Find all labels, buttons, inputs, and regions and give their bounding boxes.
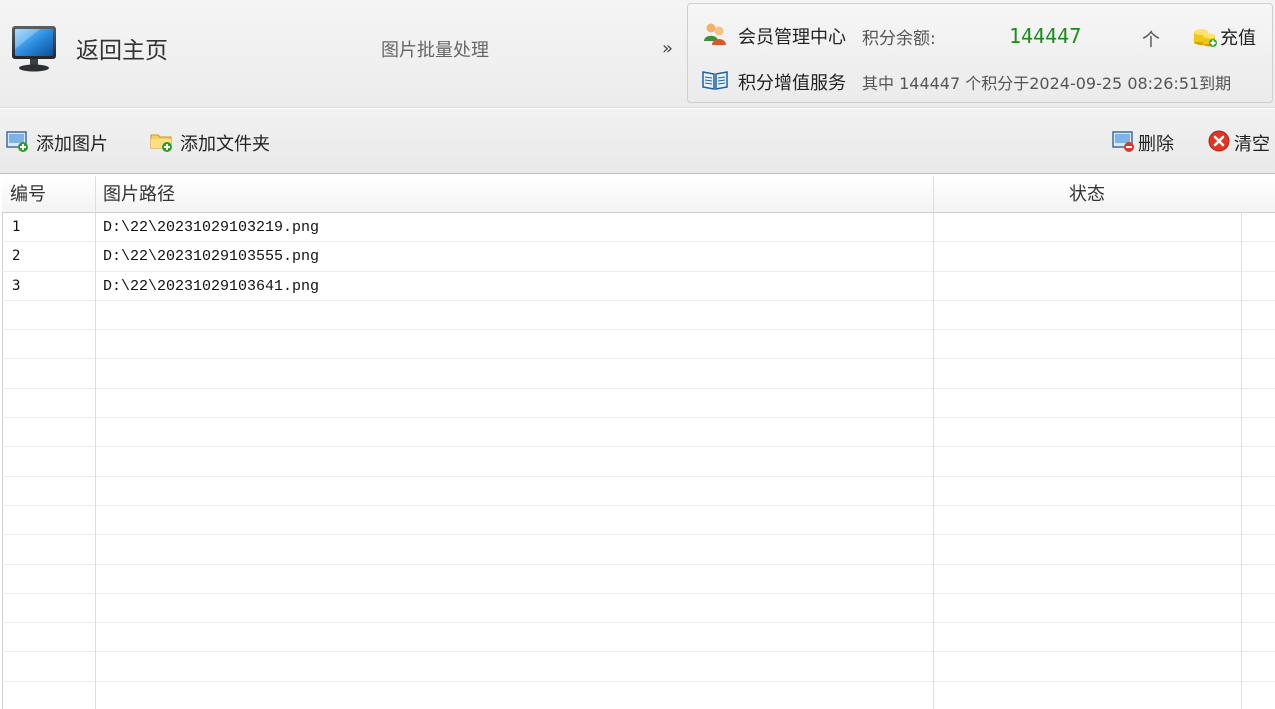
add-folder-label: 添加文件夹	[180, 134, 270, 155]
table-row[interactable]	[2, 477, 1275, 506]
add-image-button[interactable]: 添加图片	[6, 131, 108, 155]
row-path: D:\22\20231029103641.png	[103, 277, 320, 295]
balance-value: 144447	[1009, 24, 1082, 48]
account-panel: 会员管理中心 积分余额: 144447 个 充值 积分增值服务 其中 14444…	[687, 3, 1273, 103]
delete-button[interactable]: 删除	[1112, 131, 1174, 155]
page-title: 图片批量处理	[381, 40, 489, 61]
home-button[interactable]: 返回主页	[10, 20, 168, 76]
row-index: 2	[12, 248, 21, 265]
table-row[interactable]	[2, 301, 1275, 331]
table-row[interactable]	[2, 594, 1275, 624]
value-service-link[interactable]: 积分增值服务	[738, 69, 846, 95]
header-bar: 返回主页 图片批量处理 » 会员管理中心 积分余额: 144447 个 充值 积…	[0, 0, 1275, 108]
balance-label: 积分余额:	[862, 28, 936, 49]
column-header-path[interactable]: 图片路径	[103, 176, 175, 213]
table-body: 1 D:\22\20231029103219.png 2 D:\22\20231029…	[2, 213, 1275, 709]
table-row[interactable]	[2, 389, 1275, 419]
member-row: 会员管理中心 积分余额:	[702, 21, 936, 51]
service-row: 积分增值服务 其中 144447 个积分于2024-09-25 08:26:51…	[702, 67, 1231, 97]
book-icon	[702, 69, 728, 95]
expire-text: 其中 144447 个积分于2024-09-25 08:26:51到期	[862, 74, 1232, 93]
recharge-label: 充值	[1220, 28, 1256, 49]
table-row[interactable]	[2, 330, 1275, 360]
table-row[interactable]	[2, 682, 1275, 709]
add-image-icon	[6, 129, 30, 157]
recharge-button[interactable]: 充值	[1192, 22, 1256, 52]
clear-icon	[1208, 130, 1230, 156]
table-row[interactable]	[2, 418, 1275, 448]
row-path: D:\22\20231029103219.png	[103, 219, 320, 236]
add-folder-icon	[150, 129, 174, 157]
image-list-table: 编号 图片路径 状态 1 D:\22\20231029103219.png 2 D:\…	[0, 176, 1275, 709]
member-center-link[interactable]: 会员管理中心	[738, 23, 846, 49]
add-folder-button[interactable]: 添加文件夹	[150, 131, 270, 155]
delete-label: 删除	[1138, 134, 1174, 155]
column-divider	[1241, 213, 1242, 709]
row-index: 3	[12, 277, 21, 294]
table-row[interactable]: 1 D:\22\20231029103219.png	[2, 213, 1275, 243]
table-row[interactable]	[2, 535, 1275, 565]
column-divider	[95, 176, 96, 709]
table-row[interactable]	[2, 359, 1275, 389]
row-index: 1	[12, 219, 21, 235]
coins-icon	[1192, 22, 1218, 52]
monitor-icon	[10, 23, 58, 73]
table-row[interactable]	[2, 506, 1275, 536]
table-row[interactable]: 2 D:\22\20231029103555.png	[2, 242, 1275, 272]
column-divider	[933, 176, 934, 709]
balance-unit: 个	[1142, 30, 1160, 51]
expand-arrow[interactable]: »	[662, 38, 673, 59]
add-image-label: 添加图片	[36, 134, 108, 155]
clear-label: 清空	[1234, 134, 1270, 155]
row-path: D:\22\20231029103555.png	[103, 248, 320, 266]
table-row[interactable]	[2, 623, 1275, 653]
table-row[interactable]: 3 D:\22\20231029103641.png	[2, 272, 1275, 301]
home-label: 返回主页	[76, 38, 168, 64]
table-row[interactable]	[2, 652, 1275, 682]
table-header: 编号 图片路径 状态	[2, 176, 1275, 213]
column-header-status[interactable]: 状态	[1069, 176, 1105, 213]
toolbar: 添加图片 添加文件夹 删除 清空	[0, 109, 1275, 174]
table-row[interactable]	[2, 447, 1275, 477]
delete-icon	[1112, 129, 1136, 157]
app-window: 返回主页 图片批量处理 » 会员管理中心 积分余额: 144447 个 充值 积…	[0, 0, 1275, 709]
table-row[interactable]	[2, 565, 1275, 594]
column-header-index[interactable]: 编号	[10, 176, 46, 213]
clear-button[interactable]: 清空	[1208, 130, 1270, 156]
users-icon	[702, 21, 728, 51]
